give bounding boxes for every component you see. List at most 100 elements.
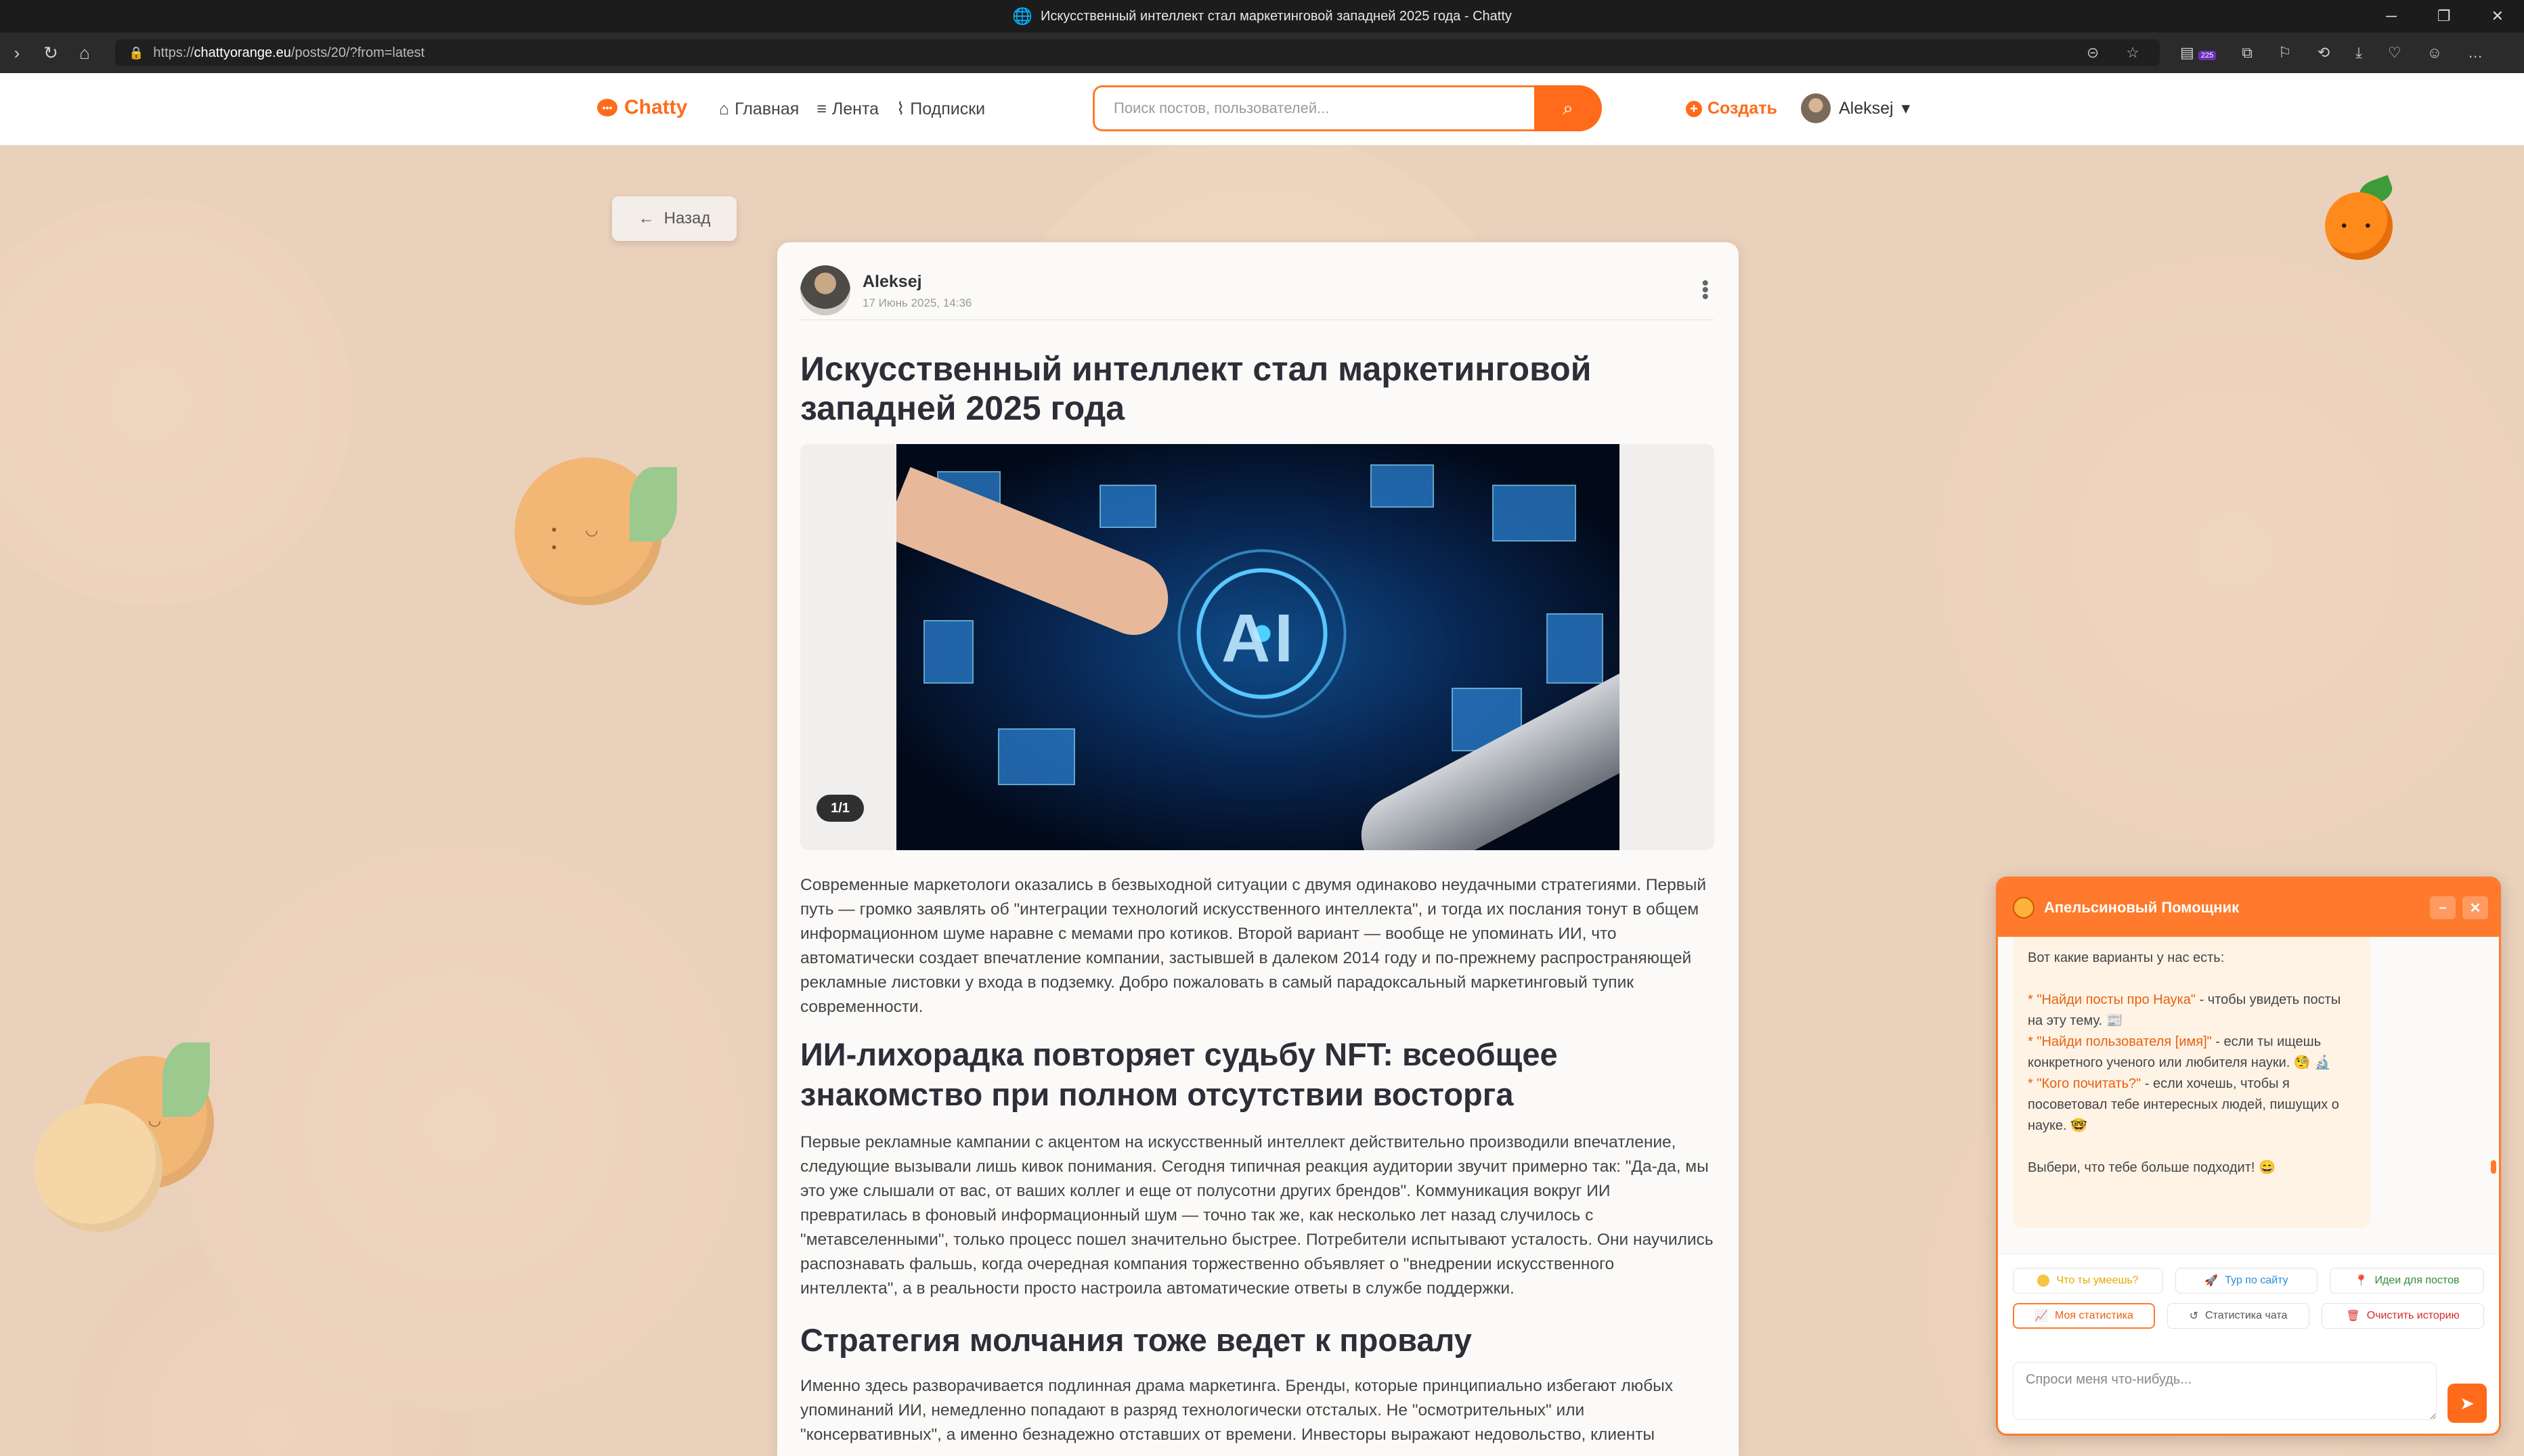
more-options-icon[interactable]: • • • [1701,273,1709,307]
quick-action-clear-history[interactable]: 🗑 Очистить историю [2322,1303,2484,1329]
message-option: * "Найди посты про Наука" - чтобы увидет… [2028,992,2341,1028]
puzzle-icon[interactable]: ⧉ [2242,44,2253,62]
send-button[interactable]: ➤ [2447,1384,2487,1423]
message-intro: Вот какие варианты у нас есть: [2028,950,2225,965]
quick-action-chat-stats[interactable]: ↺ Статистика чата [2167,1303,2309,1329]
post-image[interactable]: AI [896,444,1619,850]
orange-mascot[interactable]: • • [2314,175,2409,272]
post-card: Aleksej 17 Июнь 2025, 14:36 • • • Искусств… [777,242,1739,1456]
paper-plane-icon: ➤ [2460,1392,2475,1413]
create-label: Создать [1707,99,1777,118]
nav-item-home[interactable]: ⌂ Главная [719,99,799,119]
main-nav: ⌂ Главная ≡ Лента ⌇ Подписки [719,99,985,119]
post-date: 17 Июнь 2025, 14:36 [863,296,972,309]
back-label: Назад [663,209,711,227]
lock-icon: 🔒 [129,45,144,60]
ai-glyph: AI [1221,600,1297,676]
url-path: /posts/20/?from=latest [290,45,425,60]
post-author-row: Aleksej 17 Июнь 2025, 14:36 • • • [800,265,1714,320]
window-title: Искусственный интеллект стал маркетингов… [1041,8,1512,24]
url-field[interactable]: 🔒 https:// chattyorange.eu /posts/20/?fr… [115,39,2160,66]
orange-mascot-icon [2013,897,2035,919]
restore-icon[interactable]: ❐ [2437,7,2451,25]
extensions-toolbar: ▤ 225 ⧉ ⚐ ⟲ ⤓ ♡ ☺ … [2180,44,2483,62]
message-option: * "Кого почитать?" - если хочешь, чтобы … [2028,1076,2339,1133]
home-icon: ⌂ [719,99,730,118]
url-prefix: https:// [153,45,194,60]
leaf-decoration [162,1042,210,1117]
post-heading: ИИ-лихорадка повторяет судьбу NFT: всеоб… [800,1036,1558,1112]
close-chat-button[interactable]: ✕ [2462,896,2488,919]
assistant-message: Вот какие варианты у нас есть: * "Найди … [2013,937,2370,1228]
post-image-gallery: AI 1/1 [800,444,1714,850]
image-counter: 1/1 [817,795,864,822]
plus-icon: + [1686,100,1702,117]
arrow-left-icon: ← [638,209,655,227]
caret-down-icon: ▾ [1901,99,1911,118]
site-header: ••• Chatty ⌂ Главная ≡ Лента ⌇ Подписки … [0,73,2524,146]
lightbulb-icon [2037,1275,2050,1287]
message-outro: Выбери, что тебе больше подходит! 😄 [2028,1160,2276,1175]
user-name: Aleksej [1839,98,1894,118]
leaf-decoration [630,467,677,542]
address-bar: › ↻ ⌂ 🔒 https:// chattyorange.eu /posts/… [0,32,2524,73]
minimize-icon[interactable]: ─ [2386,7,2397,25]
nav-label: Подписки [910,99,986,118]
post-paragraph: Первые рекламные кампании с акцентом на … [800,1133,1714,1298]
more-icon[interactable]: … [2468,44,2483,62]
trash-icon: 🗑 [2346,1310,2360,1322]
author-name[interactable]: Aleksej [863,272,922,292]
extension-icon[interactable]: ▤ 225 [2180,44,2217,62]
chat-title: Апельсиновый Помощник [2044,899,2240,916]
chat-bubble-icon: ••• [597,99,617,116]
brand-logo[interactable]: ••• Chatty [597,96,687,119]
quick-action-site-tour[interactable]: 🚀 Тур по сайту [2175,1268,2318,1294]
heart-icon[interactable]: ♡ [2388,44,2401,62]
create-button[interactable]: + Создать [1686,99,1777,118]
rss-icon: ⌇ [896,100,905,118]
url-host: chattyorange.eu [194,45,291,60]
search-icon: ⌕ [1563,97,1573,118]
home-button-icon[interactable]: ⌂ [68,43,102,64]
post-title: Искусственный интеллект стал маркетингов… [800,350,1592,427]
quick-actions: Что ты умеешь? 🚀 Тур по сайту 📍 Идеи для… [1998,1254,2499,1342]
message-option: * "Найди пользователя [имя]" - если ты и… [2028,1034,2332,1070]
reader-icon[interactable]: ⊝ [2087,44,2099,62]
nav-label: Главная [735,99,800,118]
globe-icon: 🌐 [1012,7,1033,26]
nav-item-feed[interactable]: ≡ Лента [817,99,879,119]
post-paragraph: Современные маркетологи оказались в безв… [800,876,1707,1016]
favorite-star-icon[interactable]: ☆ [2126,44,2139,62]
reload-icon[interactable]: ↻ [34,43,68,64]
chat-input[interactable] [2013,1362,2437,1420]
window-controls: ─ ❐ ✕ [2386,0,2504,32]
assistant-chat-widget: Апельсиновый Помощник – ✕ Вот какие вари… [1996,877,2501,1436]
quick-action-what-can-you-do[interactable]: Что ты умеешь? [2013,1268,2163,1294]
search-button[interactable]: ⌕ [1534,85,1602,131]
user-menu[interactable]: Aleksej ▾ [1801,93,1910,123]
chart-icon: 📈 [2035,1310,2048,1322]
chat-header: Апельсиновый Помощник – ✕ [1998,879,2499,937]
post-heading: Стратегия молчания тоже ведет к провалу [800,1322,1472,1358]
nav-item-subscriptions[interactable]: ⌇ Подписки [896,99,985,119]
nav-label: Лента [831,99,879,118]
orange-slice-decoration [34,1103,162,1232]
search-input[interactable] [1093,85,1534,131]
list-icon: ≡ [817,99,827,118]
author-avatar[interactable] [800,265,850,315]
brand-name: Chatty [624,96,688,118]
split-screen-icon[interactable]: ⚐ [2278,44,2292,62]
chat-messages: Вот какие варианты у нас есть: * "Найди … [1998,937,2499,1254]
quick-action-my-stats[interactable]: 📈 Моя статистика [2013,1303,2155,1329]
minimize-chat-button[interactable]: – [2430,896,2456,919]
back-button[interactable]: ← Назад [612,196,737,241]
close-icon[interactable]: ✕ [2492,7,2504,25]
history-icon[interactable]: ⟲ [2318,44,2330,62]
chat-scrollbar[interactable] [2491,1160,2496,1174]
history-icon: ↺ [2189,1310,2198,1322]
quick-action-post-ideas[interactable]: 📍 Идеи для постов [2330,1268,2484,1294]
download-icon[interactable]: ⤓ [2355,44,2362,62]
profile-icon[interactable]: ☺ [2427,44,2442,62]
pin-icon: 📍 [2354,1275,2368,1287]
forward-icon[interactable]: › [0,43,34,64]
